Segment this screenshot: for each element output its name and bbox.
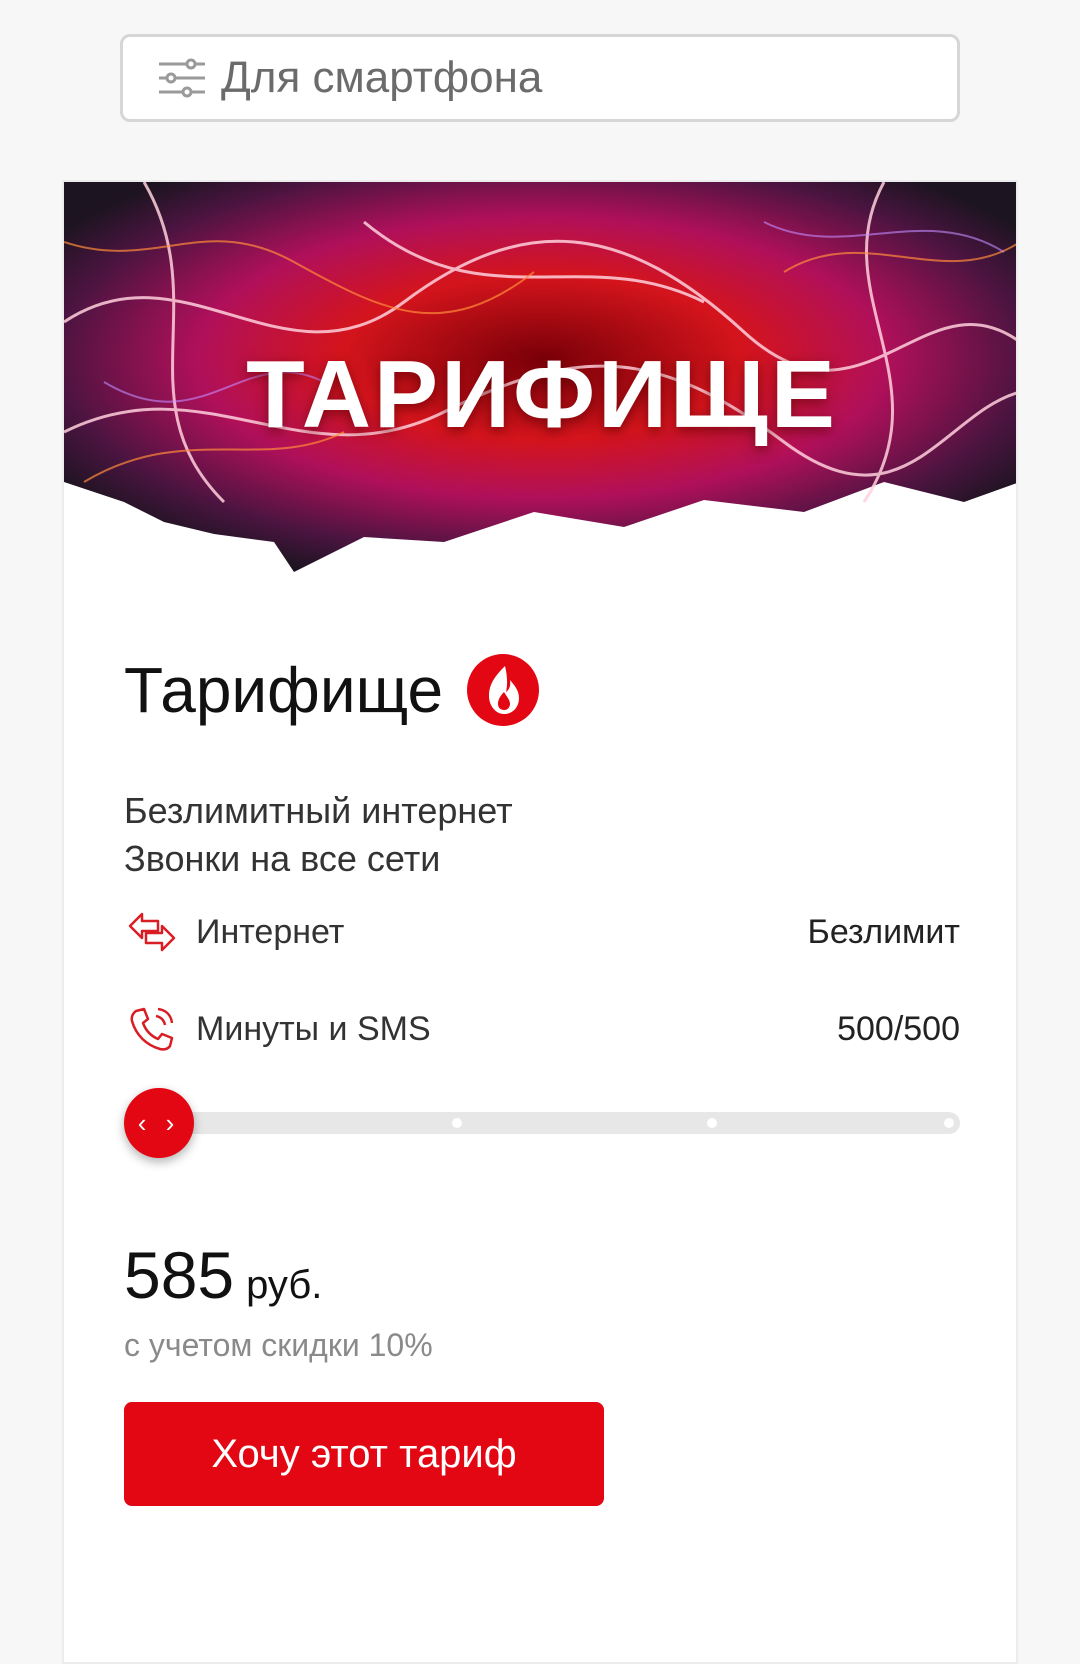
slider-step-dot[interactable] <box>452 1118 462 1128</box>
banner-image: ТАРИФИЩЕ <box>64 182 1016 612</box>
slider-step-dot[interactable] <box>944 1118 954 1128</box>
feature-label: Интернет <box>196 912 345 951</box>
price-amount: 585 <box>124 1238 235 1312</box>
flame-icon <box>467 654 540 726</box>
data-transfer-icon <box>128 912 176 952</box>
plan-title: Тарифище <box>124 652 541 728</box>
filter-select[interactable]: Для смартфона <box>120 34 960 122</box>
plan-description: Безлимитный интернет Звонки на все сети <box>124 787 513 883</box>
tariff-slider[interactable]: ‹ › <box>124 1082 960 1162</box>
feature-value: 500/500 <box>837 1009 960 1048</box>
price-currency: руб. <box>246 1263 323 1307</box>
price-note: с учетом скидки 10% <box>124 1327 433 1363</box>
sliders-icon <box>159 58 205 98</box>
filter-label: Для смартфона <box>221 53 543 102</box>
feature-label: Минуты и SMS <box>196 1009 431 1048</box>
choose-tariff-button[interactable]: Хочу этот тариф <box>124 1402 604 1506</box>
banner-title: ТАРИФИЩЕ <box>246 341 838 448</box>
slider-knob[interactable]: ‹ › <box>124 1088 194 1158</box>
tariff-card: ТАРИФИЩЕ Тарифище Безлимитный интернет З… <box>62 180 1018 1664</box>
price: 585 руб. <box>124 1237 322 1313</box>
description-line: Безлимитный интернет <box>124 790 513 831</box>
plan-name: Тарифище <box>124 654 444 726</box>
feature-row-minutes: Минуты и SMS 500/500 <box>124 999 960 1059</box>
feature-value: Безлимит <box>807 912 960 951</box>
description-line: Звонки на все сети <box>124 838 441 879</box>
feature-row-internet: Интернет Безлимит <box>124 902 960 962</box>
slider-step-dot[interactable] <box>707 1118 717 1128</box>
slider-track[interactable] <box>154 1112 960 1134</box>
phone-call-icon <box>130 1007 174 1051</box>
